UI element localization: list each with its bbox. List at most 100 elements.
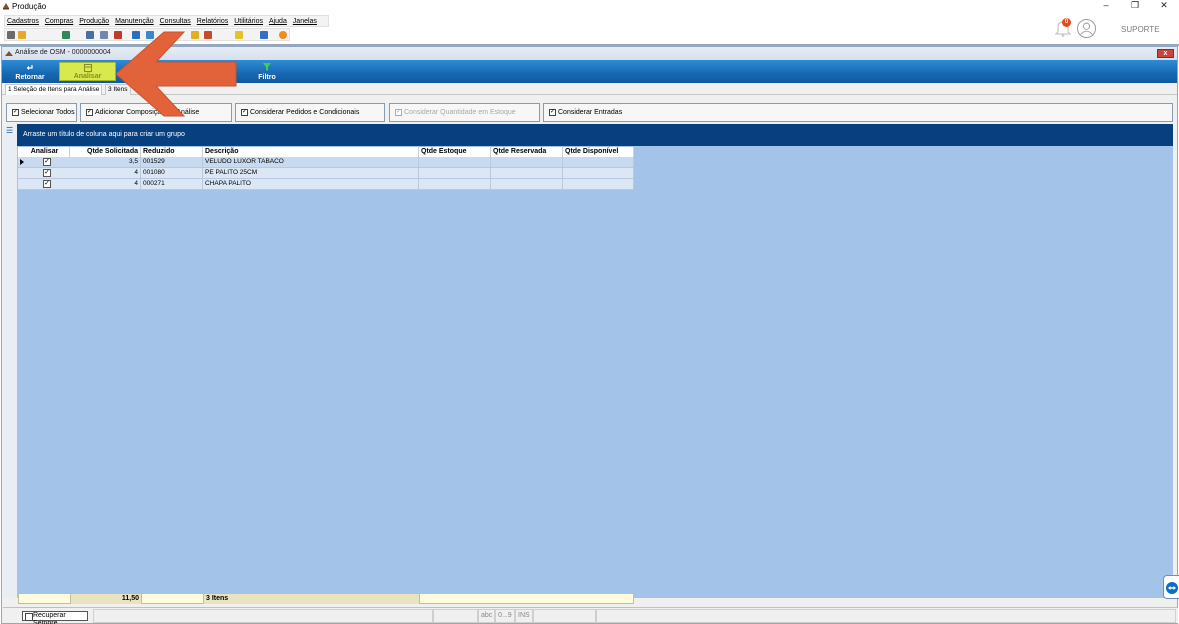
menu-bar: Cadastros Compras Produção Manutenção Co…: [4, 15, 329, 27]
status-abc: abc: [478, 609, 495, 623]
tab-selecao[interactable]: 1 Seleção de Itens para Análise: [5, 84, 103, 95]
group-panel[interactable]: Arraste um título de coluna aqui para cr…: [17, 124, 1173, 146]
row-checkbox[interactable]: ✓: [43, 169, 51, 177]
table-row[interactable]: ✓ 4 000271 CHAPA PALITO: [18, 179, 634, 190]
arrow-annotation-icon: [115, 31, 237, 117]
col-descricao[interactable]: Descrição: [203, 147, 419, 157]
title-bar: Produção – ❐ ✕: [0, 0, 1179, 13]
col-analisar[interactable]: Analisar: [18, 147, 70, 157]
app-icon: [3, 3, 9, 10]
filtro-label: Filtro: [258, 74, 276, 81]
cell-estoque[interactable]: [419, 168, 491, 178]
user-avatar-icon[interactable]: [1077, 19, 1096, 38]
footer-count: 3 Itens: [204, 594, 420, 604]
consider-quantity-label: Considerar Quantidade em Estoque: [404, 109, 516, 116]
child-window-title: Análise de OSM - 0000000004: [15, 49, 111, 56]
cell-disponivel[interactable]: [563, 179, 634, 189]
menu-consultas[interactable]: Consultas: [158, 16, 193, 27]
col-qtde-solicitada[interactable]: Qtde Solicitada: [70, 147, 141, 157]
users-icon[interactable]: [100, 31, 108, 39]
teamviewer-icon[interactable]: [1163, 575, 1179, 599]
notification-badge: 0: [1062, 18, 1071, 27]
restore-button[interactable]: ❐: [1121, 0, 1149, 12]
new-icon[interactable]: [7, 31, 15, 39]
menu-compras[interactable]: Compras: [43, 16, 75, 27]
analisar-label: Analisar: [73, 73, 102, 80]
menu-utilitarios[interactable]: Utilitários: [232, 16, 265, 27]
filter-icon: [263, 63, 271, 71]
cell-disponivel[interactable]: [563, 157, 634, 167]
consider-entries-option[interactable]: ✓ Considerar Entradas: [543, 103, 1173, 122]
footer-total: 11,50: [71, 594, 142, 604]
close-button[interactable]: ✕: [1150, 0, 1178, 12]
cell-estoque[interactable]: [419, 157, 491, 167]
consider-orders-label: Considerar Pedidos e Condicionais: [250, 109, 360, 116]
menu-manutencao[interactable]: Manutenção: [113, 16, 156, 27]
cell-descricao[interactable]: VELUDO LUXOR TABACO: [203, 157, 419, 167]
consider-orders-option[interactable]: ✓ Considerar Pedidos e Condicionais: [235, 103, 385, 122]
window-title: Produção: [12, 2, 47, 11]
consider-orders-checkbox[interactable]: ✓: [241, 109, 248, 116]
row-indicator-icon: [20, 159, 24, 165]
col-qtde-reservada[interactable]: Qtde Reservada: [491, 147, 563, 157]
cell-qtde[interactable]: 4: [70, 179, 141, 189]
footer-blank: [19, 594, 71, 604]
cell-reservada[interactable]: [491, 179, 563, 189]
consider-quantity-option: ✓ Considerar Quantidade em Estoque: [389, 103, 540, 122]
add-composition-checkbox[interactable]: ✓: [86, 109, 93, 116]
list-icon[interactable]: ☰: [6, 126, 13, 135]
cell-descricao[interactable]: CHAPA PALITO: [203, 179, 419, 189]
grid-area: [17, 146, 1173, 598]
select-all-option[interactable]: ✓ Selecionar Todos: [6, 103, 77, 122]
child-window: Análise de OSM - 0000000004 x Retornar A…: [1, 46, 1178, 624]
consider-entries-checkbox[interactable]: ✓: [549, 109, 556, 116]
filtro-button[interactable]: Filtro: [252, 62, 282, 81]
cart-icon[interactable]: [62, 31, 70, 39]
cell-reservada[interactable]: [491, 168, 563, 178]
user-name[interactable]: SUPORTE: [1121, 25, 1160, 34]
menu-janelas[interactable]: Janelas: [291, 16, 319, 27]
menu-ajuda[interactable]: Ajuda: [267, 16, 289, 27]
status-ins: INS: [515, 609, 533, 623]
cell-disponivel[interactable]: [563, 168, 634, 178]
recover-checkbox[interactable]: Recuperar Sempre: [22, 611, 88, 624]
minimize-button[interactable]: –: [1092, 0, 1120, 12]
col-qtde-estoque[interactable]: Qtde Estoque: [419, 147, 491, 157]
cell-reduzido[interactable]: 001080: [141, 168, 203, 178]
open-icon[interactable]: [18, 31, 26, 39]
cell-qtde[interactable]: 4: [70, 168, 141, 178]
analisar-button[interactable]: Analisar: [59, 62, 116, 81]
cell-qtde[interactable]: 3,5: [70, 157, 141, 167]
cell-estoque[interactable]: [419, 179, 491, 189]
menu-producao[interactable]: Produção: [77, 16, 111, 27]
child-close-button[interactable]: x: [1157, 49, 1174, 58]
select-all-label: Selecionar Todos: [21, 109, 75, 116]
form-icon: [5, 51, 13, 56]
cell-descricao[interactable]: PE PALITO 25CM: [203, 168, 419, 178]
row-checkbox[interactable]: ✓: [43, 158, 51, 166]
menu-cadastros[interactable]: Cadastros: [5, 16, 41, 27]
cell-reservada[interactable]: [491, 157, 563, 167]
row-checkbox[interactable]: ✓: [43, 180, 51, 188]
cell-reduzido[interactable]: 000271: [141, 179, 203, 189]
table-row[interactable]: ✓ 3,5 001529 VELUDO LUXOR TABACO: [18, 157, 634, 168]
retornar-button[interactable]: Retornar: [10, 62, 50, 81]
table-row[interactable]: ✓ 4 001080 PE PALITO 25CM: [18, 168, 634, 179]
footer-blank: [142, 594, 204, 604]
col-qtde-disponivel[interactable]: Qtde Disponível: [563, 147, 634, 157]
app-window: Produção – ❐ ✕ Cadastros Compras Produçã…: [0, 0, 1179, 624]
consider-quantity-checkbox: ✓: [395, 109, 402, 116]
col-reduzido[interactable]: Reduzido: [141, 147, 203, 157]
return-icon: [26, 65, 33, 70]
consider-entries-label: Considerar Entradas: [558, 109, 623, 116]
cell-reduzido[interactable]: 001529: [141, 157, 203, 167]
menu-relatorios[interactable]: Relatórios: [195, 16, 231, 27]
status-bar: Recuperar Sempre abc 0...9 INS: [3, 607, 1178, 624]
grid-header: Analisar Qtde Solicitada Reduzido Descri…: [18, 147, 634, 157]
select-all-checkbox[interactable]: ✓: [12, 109, 19, 116]
power-icon[interactable]: [279, 31, 287, 39]
info-icon[interactable]: [260, 31, 268, 39]
status-num: 0...9: [495, 609, 515, 623]
status-pane: [596, 609, 1176, 623]
people-icon[interactable]: [86, 31, 94, 39]
